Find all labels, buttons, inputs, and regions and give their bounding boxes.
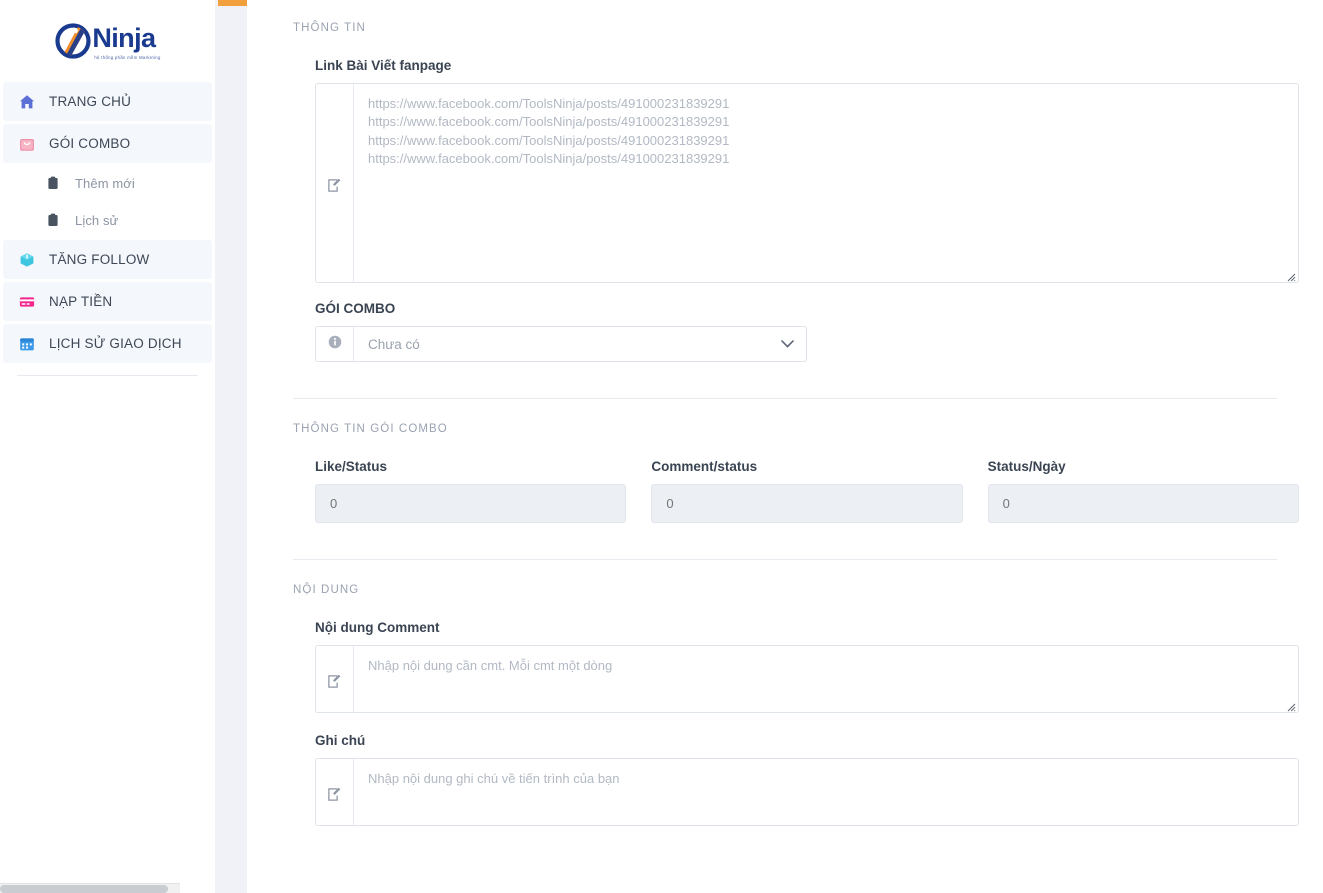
info-circle-icon-addon bbox=[316, 327, 354, 361]
sidebar-nav: TRANG CHỦ GÓI COMBO Thêm mới Lịch sử TĂN… bbox=[0, 82, 215, 376]
edit-square-icon bbox=[327, 178, 342, 198]
brand-logo[interactable]: Ninja hệ thống phần mềm Marketing bbox=[0, 0, 215, 78]
like-status-input bbox=[315, 484, 627, 523]
combo-select-label: GÓI COMBO bbox=[315, 301, 396, 316]
edit-square-icon-addon bbox=[316, 646, 354, 712]
combo-select[interactable]: Chưa có bbox=[354, 327, 806, 361]
section-title-thong-tin: THÔNG TIN bbox=[293, 22, 366, 34]
info-circle-icon bbox=[328, 335, 342, 354]
comment-status-input bbox=[651, 484, 963, 523]
calendar-icon bbox=[17, 336, 37, 352]
sidebar-item-lich-su[interactable]: Lịch sử bbox=[3, 203, 212, 237]
status-ngay-label: Status/Ngày bbox=[987, 459, 1066, 474]
main-content: THÔNG TIN Link Bài Viết fanpage https://… bbox=[247, 0, 1323, 893]
comment-textarea[interactable] bbox=[354, 646, 1298, 712]
scrollbar-thumb[interactable] bbox=[0, 885, 168, 893]
shopping-bag-icon bbox=[17, 136, 37, 152]
sidebar-item-them-moi[interactable]: Thêm mới bbox=[3, 166, 212, 200]
comment-field-label: Nội dung Comment bbox=[315, 620, 440, 635]
section-title-thong-tin-goi-combo: THÔNG TIN GÓI COMBO bbox=[293, 423, 448, 435]
sidebar-divider bbox=[17, 375, 198, 376]
field-group-link: Link Bài Viết fanpage bbox=[293, 58, 1299, 283]
combo-info-row: Like/Status Comment/status Status/Ngày bbox=[293, 459, 1299, 523]
status-ngay-input bbox=[987, 484, 1299, 523]
section-divider-2 bbox=[293, 559, 1277, 560]
horizontal-scrollbar[interactable] bbox=[0, 883, 180, 893]
note-field-label: Ghi chú bbox=[315, 733, 366, 748]
edit-square-icon bbox=[327, 674, 342, 694]
brand-name: Ninja bbox=[92, 22, 156, 53]
home-icon bbox=[17, 94, 37, 110]
content-gutter bbox=[215, 0, 248, 893]
sidebar-item-label: NẠP TIỀN bbox=[49, 294, 113, 309]
sidebar-item-nap-tien[interactable]: NẠP TIỀN bbox=[3, 282, 212, 321]
edit-square-icon-addon bbox=[316, 759, 354, 825]
sidebar-item-label: GÓI COMBO bbox=[49, 136, 131, 151]
field-comment-status: Comment/status bbox=[651, 459, 963, 523]
sidebar-item-goi-combo[interactable]: GÓI COMBO bbox=[3, 124, 212, 163]
sidebar-item-label: LỊCH SỬ GIAO DỊCH bbox=[49, 336, 182, 351]
sidebar-item-trang-chu[interactable]: TRANG CHỦ bbox=[3, 82, 212, 121]
ninja-logo-mark bbox=[54, 22, 94, 62]
sidebar-item-label: TĂNG FOLLOW bbox=[49, 252, 150, 267]
brand-tagline: hệ thống phần mềm Marketing bbox=[94, 54, 161, 60]
note-input-group bbox=[315, 758, 1299, 826]
note-textarea[interactable] bbox=[354, 759, 1298, 825]
field-like-status: Like/Status bbox=[315, 459, 627, 523]
field-group-note: Ghi chú bbox=[293, 733, 1299, 826]
link-textarea[interactable] bbox=[354, 84, 1298, 282]
sidebar: Ninja hệ thống phần mềm Marketing TRANG … bbox=[0, 0, 215, 893]
sidebar-item-label: TRANG CHỦ bbox=[49, 94, 132, 109]
link-input-group bbox=[315, 83, 1299, 283]
link-field-label: Link Bài Viết fanpage bbox=[315, 58, 452, 73]
edit-square-icon-addon bbox=[316, 84, 354, 282]
app-root: Ninja hệ thống phần mềm Marketing TRANG … bbox=[0, 0, 1323, 893]
field-group-combo-select: GÓI COMBO Chưa có bbox=[293, 301, 1299, 362]
sidebar-item-label: Thêm mới bbox=[75, 175, 135, 191]
credit-card-icon bbox=[17, 294, 37, 310]
field-group-comment: Nội dung Comment bbox=[293, 620, 1299, 713]
edit-square-icon bbox=[327, 787, 342, 807]
sidebar-item-lich-su-giao-dich[interactable]: LỊCH SỬ GIAO DỊCH bbox=[3, 324, 212, 363]
orange-accent-bar bbox=[218, 0, 248, 6]
like-status-label: Like/Status bbox=[315, 459, 388, 474]
clipboard-icon bbox=[43, 176, 63, 190]
field-status-ngay: Status/Ngày bbox=[987, 459, 1299, 523]
sidebar-item-label: Lịch sử bbox=[75, 212, 119, 228]
comment-input-group bbox=[315, 645, 1299, 713]
combo-select-group[interactable]: Chưa có bbox=[315, 326, 807, 362]
box-icon bbox=[17, 252, 37, 268]
section-title-noi-dung: NỘI DUNG bbox=[293, 584, 360, 596]
clipboard-icon bbox=[43, 213, 63, 227]
section-divider-1 bbox=[293, 398, 1277, 399]
sidebar-item-tang-follow[interactable]: TĂNG FOLLOW bbox=[3, 240, 212, 279]
comment-status-label: Comment/status bbox=[651, 459, 758, 474]
